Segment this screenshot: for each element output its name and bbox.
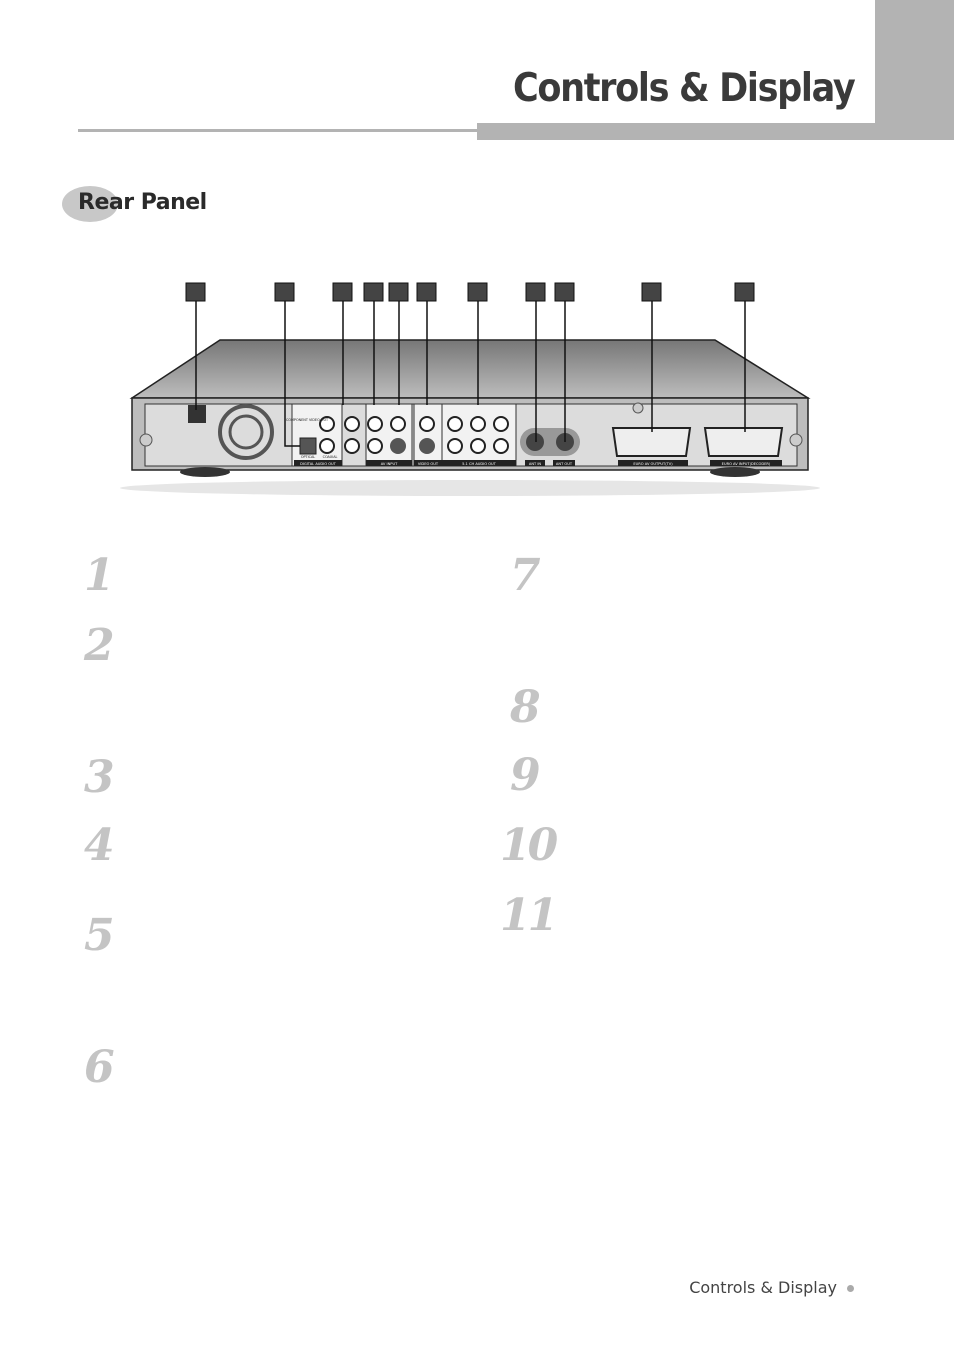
callout-7 [467, 282, 488, 302]
item-number-6: 6 [84, 1042, 115, 1093]
label-optical: OPTICAL [301, 455, 315, 459]
item-number-10: 10 [500, 820, 558, 871]
item-number-4: 4 [84, 820, 115, 871]
callout-4 [363, 282, 384, 302]
rear-panel-diagram: DIGITAL AUDIO OUT AV INPUT VIDEO OUT 5.1… [120, 282, 820, 496]
footer-text: Controls & Display [689, 1278, 837, 1297]
label-euro-av-output: EURO AV OUTPUT(TV) [633, 462, 673, 466]
label-component: COMPONENT VIDEO OUT [286, 418, 329, 422]
header-corner-block [875, 0, 954, 140]
callout-10 [641, 282, 662, 302]
page-title: Controls & Display [512, 66, 856, 111]
callout-8 [525, 282, 546, 302]
item-number-5: 5 [84, 910, 115, 961]
section-title: Rear Panel [78, 190, 207, 215]
label-digital-audio-out: DIGITAL AUDIO OUT [300, 462, 337, 466]
bullet-icon [847, 1285, 854, 1292]
page-footer: Controls & Display [689, 1278, 854, 1297]
item-number-1: 1 [84, 550, 115, 601]
label-ant-out: ANT OUT [556, 462, 573, 466]
item-number-9: 9 [510, 750, 541, 801]
header-rule [78, 129, 477, 132]
item-number-7: 7 [510, 550, 541, 601]
item-number-3: 3 [84, 752, 115, 803]
item-number-11: 11 [500, 890, 558, 941]
callout-1 [185, 282, 206, 302]
label-51ch-audio-out: 5.1 CH AUDIO OUT [462, 462, 497, 466]
item-number-2: 2 [84, 620, 115, 671]
callout-11 [734, 282, 755, 302]
label-coaxial: COAXIAL [323, 455, 338, 459]
label-video-out: VIDEO OUT [418, 462, 439, 466]
callout-9 [554, 282, 575, 302]
callout-6 [416, 282, 437, 302]
label-euro-av-input: EURO AV INPUT(DECODER) [722, 462, 771, 466]
callout-5 [388, 282, 409, 302]
callout-2 [274, 282, 295, 302]
manual-page: Controls & Display Rear Panel DIGITAL AU… [0, 0, 954, 1348]
label-ant-in: ANT IN [529, 462, 542, 466]
callout-3 [332, 282, 353, 302]
item-number-8: 8 [510, 682, 541, 733]
header-band [477, 123, 875, 140]
label-av-input: AV INPUT [381, 462, 398, 466]
